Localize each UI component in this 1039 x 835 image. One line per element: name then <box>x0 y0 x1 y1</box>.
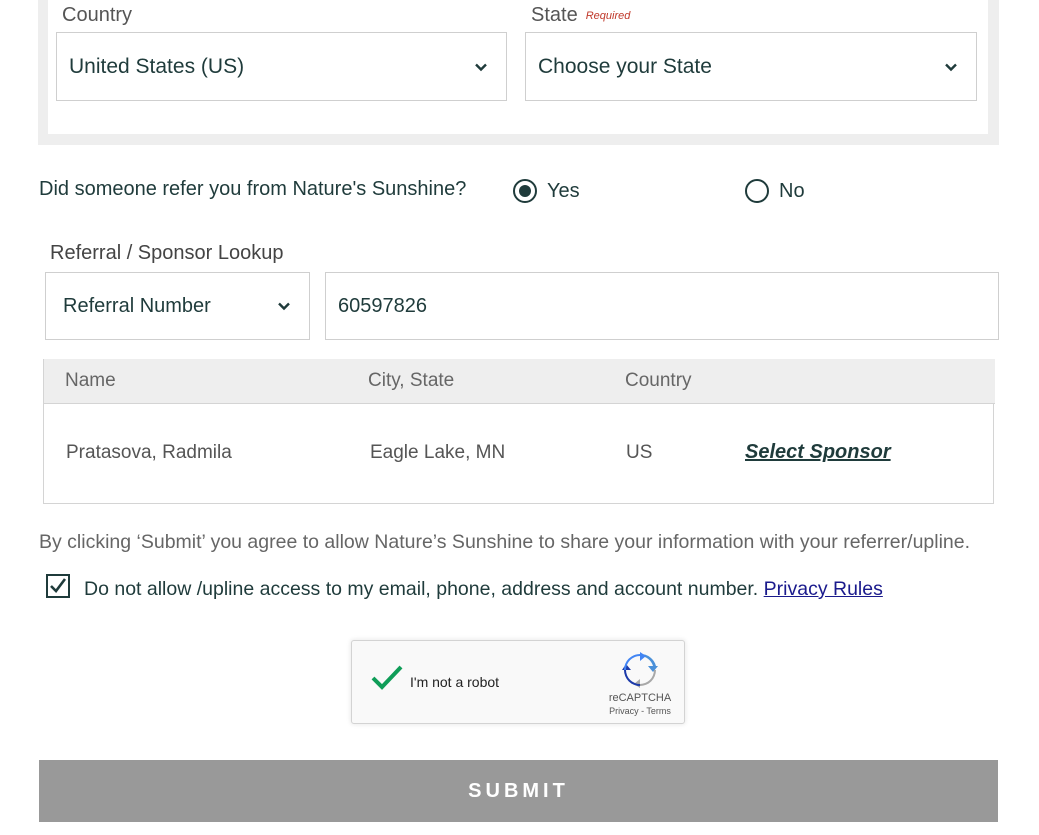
address-panel: Country State Required United States (US)… <box>38 0 999 145</box>
lookup-label: Referral / Sponsor Lookup <box>50 242 284 264</box>
captcha-brand: reCAPTCHA <box>608 692 672 704</box>
checkmark-icon <box>50 578 67 593</box>
chevron-down-icon <box>945 63 957 71</box>
chevron-down-icon <box>278 302 290 311</box>
state-label-wrap: State Required <box>531 4 630 27</box>
referral-question: Did someone refer you from Nature's Suns… <box>39 178 467 200</box>
referral-yes-radio[interactable]: Yes <box>513 179 580 203</box>
captcha-terms-link[interactable]: Privacy - Terms <box>600 706 680 716</box>
radio-unselected-icon <box>745 179 769 203</box>
captcha-label: I'm not a robot <box>410 674 500 690</box>
lookup-input[interactable]: 60597826 <box>325 272 999 340</box>
captcha-checkmark-icon[interactable] <box>370 663 404 693</box>
lookup-input-value: 60597826 <box>338 294 427 317</box>
optout-checkbox[interactable] <box>46 574 70 598</box>
referral-yes-label: Yes <box>547 179 580 202</box>
state-select[interactable]: Choose your State <box>525 32 977 101</box>
lookup-type-value: Referral Number <box>63 294 211 317</box>
referral-no-label: No <box>779 179 805 202</box>
submit-button[interactable]: SUBMIT <box>39 760 998 822</box>
country-select[interactable]: United States (US) <box>56 32 507 101</box>
referral-no-radio[interactable]: No <box>745 179 805 203</box>
lookup-type-select[interactable]: Referral Number <box>45 272 310 340</box>
optout-label-wrap: Do not allow /upline access to my email,… <box>84 578 883 601</box>
header-country: Country <box>625 370 692 391</box>
state-label: State <box>531 4 578 26</box>
row-name: Pratasova, Radmila <box>66 442 232 463</box>
recaptcha-logo-icon <box>622 652 658 688</box>
select-sponsor-link[interactable]: Select Sponsor <box>745 441 891 464</box>
privacy-rules-link[interactable]: Privacy Rules <box>764 578 883 600</box>
row-country: US <box>626 442 653 463</box>
required-badge: Required <box>585 10 631 22</box>
signup-form: Country State Required United States (US)… <box>0 0 1039 835</box>
state-select-value: Choose your State <box>538 54 712 78</box>
table-header: Name City, State Country <box>44 359 995 404</box>
header-name: Name <box>65 370 116 391</box>
sponsor-results-table: Name City, State Country Pratasova, Radm… <box>43 359 995 504</box>
agree-notice: By clicking ‘Submit’ you agree to allow … <box>39 531 971 553</box>
optout-label: Do not allow /upline access to my email,… <box>84 578 759 600</box>
header-city-state: City, State <box>368 370 455 391</box>
address-panel-inner: Country State Required United States (US)… <box>48 0 988 134</box>
radio-selected-icon <box>513 179 537 203</box>
row-city-state: Eagle Lake, MN <box>370 442 506 463</box>
radio-dot <box>519 185 531 197</box>
chevron-down-icon <box>475 63 487 71</box>
country-label: Country <box>62 4 133 26</box>
recaptcha-widget: I'm not a robot reCAPTCHA Privacy - Term… <box>351 640 685 724</box>
country-select-value: United States (US) <box>69 54 245 78</box>
